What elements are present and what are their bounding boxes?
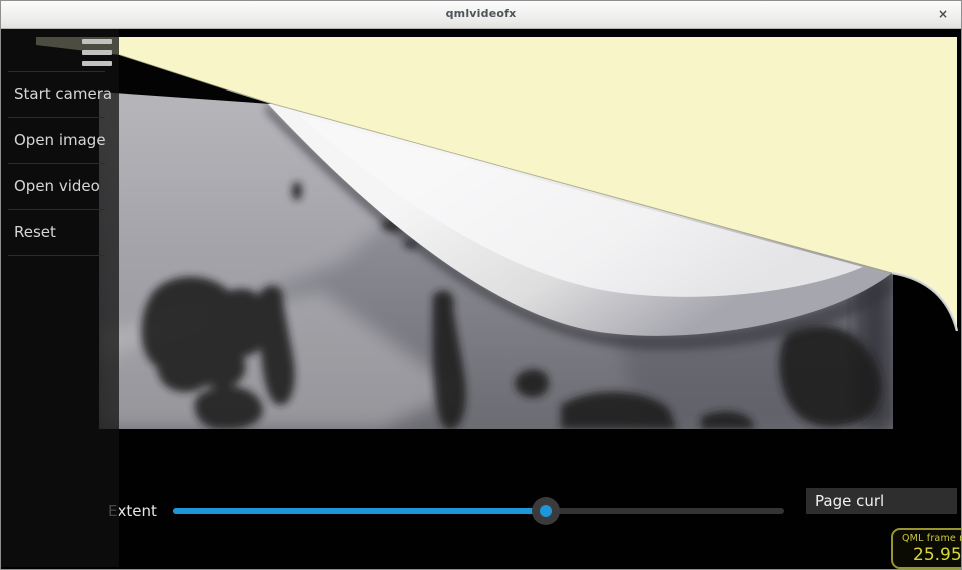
sidebar-item-start-camera[interactable]: Start camera	[8, 71, 105, 117]
sidebar: Start camera Open image Open video Reset	[1, 29, 119, 567]
sidebar-menu: Start camera Open image Open video Reset	[8, 71, 105, 256]
app-area: Extent Page curl QML frame r... 25.95 St…	[1, 29, 961, 569]
sidebar-item-reset[interactable]: Reset	[8, 209, 105, 256]
effect-selector-button[interactable]: Page curl	[806, 488, 957, 514]
sidebar-item-open-video[interactable]: Open video	[8, 163, 105, 209]
sidebar-item-open-image[interactable]: Open image	[8, 117, 105, 163]
fps-label: QML frame r...	[902, 533, 962, 544]
slider-handle-dot	[540, 505, 552, 517]
close-icon: ×	[938, 7, 948, 21]
close-button[interactable]: ×	[933, 4, 953, 24]
fps-value: 25.95	[913, 545, 962, 565]
titlebar: qmlvideofx ×	[1, 1, 961, 29]
window-title: qmlvideofx	[1, 7, 961, 20]
slider-fill	[173, 508, 546, 514]
fps-indicator: QML frame r... 25.95	[891, 528, 962, 569]
app-window: qmlvideofx ×	[0, 0, 962, 570]
slider-handle[interactable]	[532, 497, 560, 525]
hamburger-icon	[82, 39, 114, 66]
extent-slider[interactable]	[173, 504, 784, 518]
menu-button[interactable]	[82, 39, 114, 69]
parameter-controls: Extent Page curl QML frame r... 25.95	[1, 29, 961, 569]
